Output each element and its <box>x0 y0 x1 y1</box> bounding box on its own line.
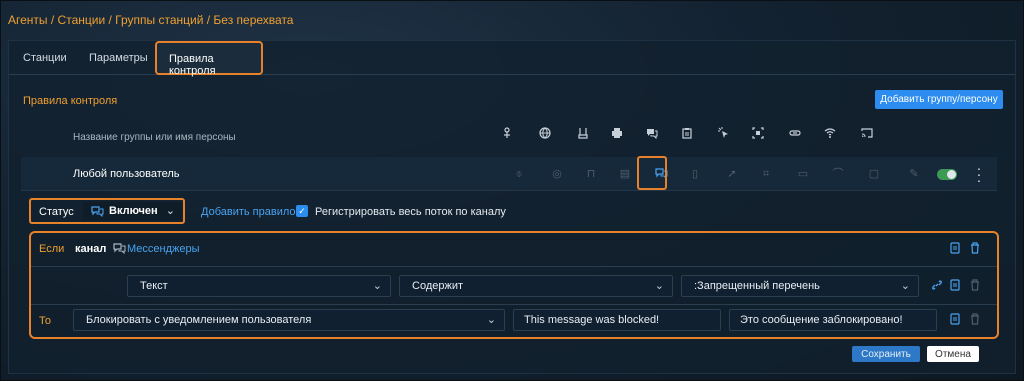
register-stream-label: Регистрировать весь поток по каналу <box>315 206 506 218</box>
message-en-text: This message was blocked! <box>524 314 660 326</box>
condition-value-select[interactable]: :Запрещенный перечень ⌄ <box>681 275 919 297</box>
messenger-icon <box>113 242 126 257</box>
channel-icons-header <box>9 127 1015 147</box>
tab-bar: Станции Параметры Правила контроля <box>9 41 1015 77</box>
then-label: То <box>39 315 51 327</box>
if-label: Если <box>39 243 65 255</box>
message-ru-input[interactable]: Это сообщение заблокировано! <box>729 309 937 331</box>
condition-value-text: :Запрещенный перечень <box>694 280 820 292</box>
screen-capture-icon[interactable] <box>751 127 765 141</box>
screenshot-icon: ➚ <box>727 168 737 180</box>
screenshot-icon[interactable] <box>717 127 731 141</box>
message-ru-text: Это сообщение заблокировано! <box>740 314 903 326</box>
messenger-icon[interactable] <box>645 127 659 141</box>
trash-icon <box>969 313 981 327</box>
condition-operator-value: Содержит <box>412 280 464 292</box>
status-value: Включен <box>109 205 158 217</box>
cast-icon: ▢ <box>868 168 880 180</box>
network-icon: ▭ <box>797 168 809 180</box>
clipboard-icon[interactable] <box>680 127 694 141</box>
printer-icon[interactable] <box>610 127 624 141</box>
screen-capture-icon: ⌗ <box>762 168 770 180</box>
messenger-icon <box>91 205 104 220</box>
condition-operator-select[interactable]: Содержит ⌄ <box>399 275 673 297</box>
rule-then-row: То Блокировать с уведомлением пользовате… <box>31 305 997 339</box>
wifi-adapter-icon[interactable] <box>576 127 590 141</box>
chevron-down-icon: ⌄ <box>486 314 496 326</box>
printer-icon: ▤ <box>619 168 631 180</box>
condition-field-value: Текст <box>140 280 168 292</box>
status-control: Статус Включен ⌄ <box>29 198 185 224</box>
condition-field-select[interactable]: Текст ⌄ <box>127 275 391 297</box>
wifi-adapter-icon: ⊓ <box>586 168 596 180</box>
cancel-button[interactable]: Отмена <box>927 346 979 362</box>
action-select[interactable]: Блокировать с уведомлением пользователя … <box>73 309 505 331</box>
globe-icon[interactable] <box>538 127 552 141</box>
rule-block: Если канал Мессенджеры Текст ⌄ Содержит … <box>29 231 999 339</box>
edit-icon: ✎ <box>909 168 919 180</box>
wifi-icon: ⌒ <box>832 168 844 180</box>
trash-icon[interactable] <box>969 242 981 256</box>
wifi-icon[interactable] <box>823 127 837 141</box>
add-rule-link[interactable]: Добавить правило <box>201 206 296 218</box>
action-value: Блокировать с уведомлением пользователя <box>86 314 312 326</box>
usb-icon[interactable] <box>500 127 514 141</box>
globe-icon: ◎ <box>552 168 562 180</box>
rule-condition-row: Текст ⌄ Содержит ⌄ :Запрещенный перечень… <box>31 267 997 305</box>
chevron-down-icon: ⌄ <box>372 280 382 292</box>
usb-icon: ⌽ <box>515 168 523 180</box>
group-enabled-toggle[interactable] <box>937 169 957 180</box>
copy-icon[interactable] <box>949 313 961 327</box>
channel-label: канал <box>75 243 107 255</box>
copy-icon[interactable] <box>949 279 961 293</box>
more-options-icon[interactable]: · · · <box>975 161 983 187</box>
chevron-down-icon: ⌄ <box>900 280 910 292</box>
chevron-down-icon: ⌄ <box>654 280 664 292</box>
breadcrumb[interactable]: Агенты / Станции / Группы станций / Без … <box>8 13 293 27</box>
section-title: Правила контроля <box>23 95 118 107</box>
clipboard-icon: ▯ <box>691 168 699 180</box>
network-icon[interactable] <box>788 127 802 141</box>
tab-stations[interactable]: Станции <box>23 52 67 64</box>
add-group-button[interactable]: Добавить группу/персону <box>875 90 1003 109</box>
status-select[interactable]: Включен ⌄ <box>83 202 181 220</box>
cast-icon[interactable] <box>860 127 874 141</box>
trash-icon <box>969 279 981 293</box>
group-name: Любой пользователь <box>73 168 180 180</box>
tab-control-rules-label: Правила контроля <box>169 53 216 77</box>
copy-icon[interactable] <box>949 242 961 256</box>
group-row[interactable]: Любой пользователь ⌽ ◎ ⊓ ▤ ▯ ➚ ⌗ ▭ ⌒ ▢ ✎ <box>21 157 997 191</box>
save-button[interactable]: Сохранить <box>852 346 920 362</box>
messenger-channel-highlight <box>637 156 667 190</box>
main-panel: Станции Параметры Правила контроля Прави… <box>8 40 1016 374</box>
message-en-input[interactable]: This message was blocked! <box>513 309 721 331</box>
register-stream-checkbox[interactable]: ✓ <box>296 205 308 217</box>
tab-control-rules[interactable]: Правила контроля <box>155 41 263 77</box>
status-label: Статус <box>39 206 74 218</box>
chevron-down-icon: ⌄ <box>165 205 175 217</box>
rule-if-row: Если канал Мессенджеры <box>31 233 997 267</box>
link-icon[interactable] <box>931 279 943 293</box>
tab-parameters[interactable]: Параметры <box>89 52 148 64</box>
channel-value-link[interactable]: Мессенджеры <box>127 243 200 255</box>
